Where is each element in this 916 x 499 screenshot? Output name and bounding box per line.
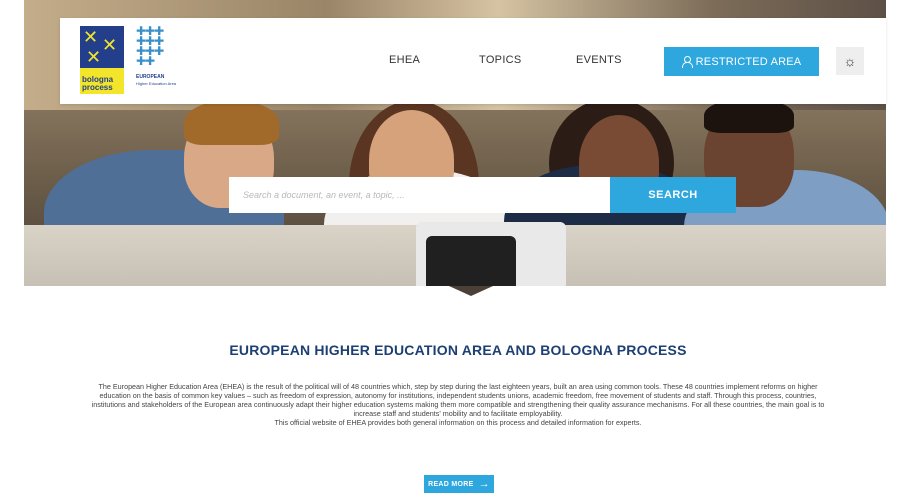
theme-toggle-button[interactable]: ☼ xyxy=(836,47,864,75)
hero-photo-shape xyxy=(184,100,279,145)
bologna-process-logo[interactable]: ✕ ✕ ✕ bologna process xyxy=(80,26,124,94)
intro-paragraph: This official website of EHEA provides b… xyxy=(274,418,642,427)
nav-events[interactable]: EVENTS xyxy=(576,54,622,66)
restricted-area-label: RESTRICTED AREA xyxy=(695,55,802,68)
intro-paragraph: The European Higher Education Area (EHEA… xyxy=(91,382,825,418)
hero-pointer xyxy=(449,286,493,296)
hero-tablet xyxy=(426,236,516,286)
read-more-label: READ MORE xyxy=(428,480,474,488)
site-header: ✕ ✕ ✕ bologna process ✚✚✚ ✚✚✚ ✚✚✚ ✚✚ EUROPE… xyxy=(60,18,886,104)
nav-topics[interactable]: TOPICS xyxy=(479,54,522,66)
logo-star-icon: ✕ xyxy=(102,35,118,55)
user-icon xyxy=(681,56,693,68)
bologna-logo-text: bologna process xyxy=(82,75,114,92)
logo-star-icon: ✕ xyxy=(83,27,99,47)
search-button[interactable]: SEARCH xyxy=(610,177,736,213)
logo-star-icon: ✕ xyxy=(86,47,102,67)
ehea-logo-line1: EUROPEAN xyxy=(136,74,165,80)
arrow-right-icon: → xyxy=(478,478,490,490)
read-more-button[interactable]: READ MORE → xyxy=(424,475,494,493)
search-input[interactable] xyxy=(229,177,610,213)
nav-ehea[interactable]: EHEA xyxy=(389,54,420,66)
page-title: EUROPEAN HIGHER EDUCATION AREA AND BOLOG… xyxy=(229,342,687,358)
intro-text: The European Higher Education Area (EHEA… xyxy=(86,382,830,427)
sun-icon: ☼ xyxy=(843,53,857,69)
restricted-area-button[interactable]: RESTRICTED AREA xyxy=(664,47,819,76)
ehea-logo-line2: Higher Education Area xyxy=(136,81,177,86)
ehea-logo[interactable]: ✚✚✚ ✚✚✚ ✚✚✚ ✚✚ EUROPEAN Higher Education Ar… xyxy=(136,24,196,94)
ehea-stars-icon: ✚✚✚ ✚✚✚ ✚✚✚ ✚✚ xyxy=(136,24,164,68)
